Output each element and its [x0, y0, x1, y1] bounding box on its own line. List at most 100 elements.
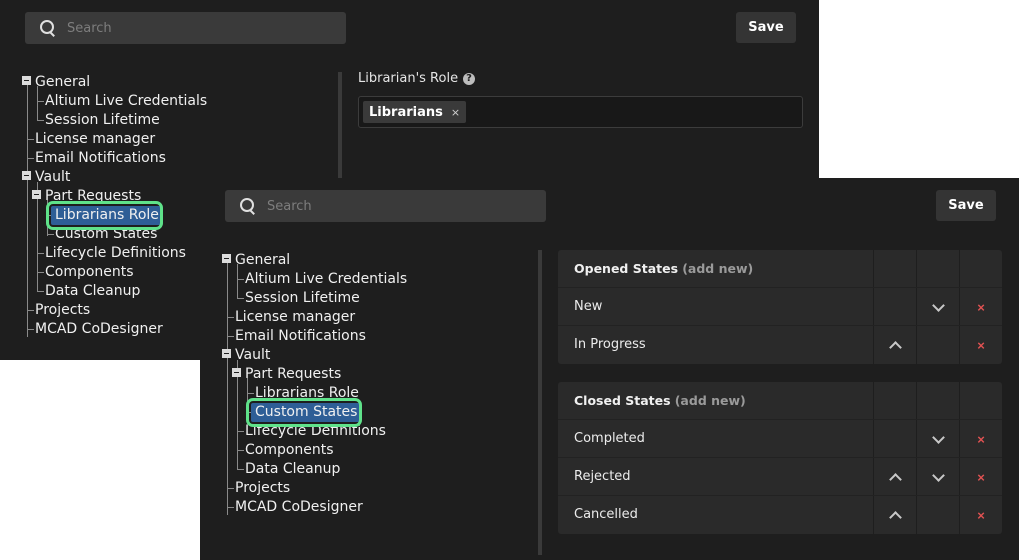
- librarians-role-field[interactable]: Librarians ×: [358, 96, 803, 128]
- chevron-down-icon: [931, 298, 945, 312]
- tree-item-projects[interactable]: Projects: [235, 479, 290, 498]
- closed-states-header: Closed States (add new): [558, 382, 1002, 420]
- tree-line: [237, 431, 244, 432]
- collapse-toggle-vault[interactable]: [22, 171, 31, 180]
- search-input[interactable]: [267, 198, 517, 214]
- collapse-toggle-part-requests[interactable]: [232, 368, 241, 377]
- tree-line: [27, 82, 28, 337]
- search-icon: [239, 197, 257, 215]
- tree-item-part-requests[interactable]: Part Requests: [245, 365, 341, 384]
- remove-state-button[interactable]: ×: [960, 420, 1002, 458]
- tree-item-lifecycle-definitions[interactable]: Lifecycle Definitions: [45, 244, 186, 263]
- move-up-button[interactable]: [874, 496, 916, 534]
- tree-item-data-cleanup[interactable]: Data Cleanup: [245, 460, 340, 479]
- chevron-up-icon: [888, 472, 902, 486]
- remove-state-button[interactable]: ×: [960, 326, 1002, 364]
- tree-item-altium-live-credentials[interactable]: Altium Live Credentials: [45, 92, 207, 111]
- state-name: Completed: [574, 431, 645, 446]
- move-up-button[interactable]: [874, 458, 916, 496]
- search-box[interactable]: [225, 190, 546, 222]
- add-new-closed-link[interactable]: (add new): [675, 393, 746, 408]
- close-icon: ×: [977, 299, 985, 315]
- role-chip: Librarians ×: [363, 101, 467, 123]
- chevron-up-icon: [888, 340, 902, 354]
- close-icon: ×: [977, 469, 985, 485]
- state-row-new: New ×: [558, 288, 1002, 326]
- tree-line: [227, 336, 234, 337]
- state-name: New: [574, 299, 603, 314]
- tree-item-mcad-codesigner[interactable]: MCAD CoDesigner: [235, 498, 363, 517]
- collapse-toggle-part-requests[interactable]: [32, 190, 41, 199]
- collapse-toggle-general[interactable]: [222, 254, 231, 263]
- opened-states-heading: Opened States (add new): [574, 261, 753, 277]
- tree-item-altium-live-credentials[interactable]: Altium Live Credentials: [245, 270, 407, 289]
- tree-line: [27, 310, 34, 311]
- panel-divider[interactable]: [538, 250, 542, 555]
- tree-line: [27, 139, 34, 140]
- save-button[interactable]: Save: [936, 190, 996, 221]
- collapse-toggle-vault[interactable]: [222, 349, 231, 358]
- close-icon: ×: [977, 431, 985, 447]
- state-row-in-progress: In Progress ×: [558, 326, 1002, 364]
- tree-line: [227, 488, 234, 489]
- tree-item-license-manager[interactable]: License manager: [235, 308, 355, 327]
- help-icon[interactable]: ?: [463, 72, 476, 85]
- tree-line: [47, 234, 54, 235]
- tree-line: [247, 393, 254, 394]
- tree-item-mcad-codesigner[interactable]: MCAD CoDesigner: [35, 320, 163, 339]
- tree-line: [237, 298, 244, 299]
- tree-item-vault[interactable]: Vault: [235, 346, 270, 365]
- tree-line: [37, 272, 44, 273]
- tree-item-components[interactable]: Components: [245, 441, 334, 460]
- tree-item-session-lifetime[interactable]: Session Lifetime: [45, 111, 160, 130]
- librarians-role-label: Librarian's Role ?: [358, 71, 476, 86]
- closed-states-table: Closed States (add new) Completed × Reje…: [558, 382, 1002, 534]
- tree-item-vault[interactable]: Vault: [35, 168, 70, 187]
- tree-line: [227, 260, 228, 515]
- highlight-ring: [46, 201, 163, 230]
- state-row-cancelled: Cancelled ×: [558, 496, 1002, 534]
- opened-states-table: Opened States (add new) New × In Progres…: [558, 250, 1002, 364]
- collapse-toggle-general[interactable]: [22, 76, 31, 85]
- state-name: In Progress: [574, 337, 646, 352]
- role-chip-label: Librarians: [369, 104, 443, 120]
- opened-states-header: Opened States (add new): [558, 250, 1002, 288]
- remove-state-button[interactable]: ×: [960, 496, 1002, 534]
- chevron-up-icon: [888, 510, 902, 524]
- tree-line: [37, 120, 44, 121]
- close-icon: ×: [977, 337, 985, 353]
- closed-states-title: Closed States: [574, 393, 671, 408]
- panel-divider[interactable]: [338, 72, 342, 182]
- tree-item-components[interactable]: Components: [45, 263, 134, 282]
- save-button[interactable]: Save: [736, 12, 796, 43]
- move-down-button[interactable]: [917, 420, 959, 458]
- remove-state-button[interactable]: ×: [960, 458, 1002, 496]
- tree-item-projects[interactable]: Projects: [35, 301, 90, 320]
- tree-line: [27, 158, 34, 159]
- chip-remove-icon[interactable]: ×: [451, 106, 460, 119]
- tree-item-session-lifetime[interactable]: Session Lifetime: [245, 289, 360, 308]
- tree-line: [237, 279, 244, 280]
- add-new-opened-link[interactable]: (add new): [682, 261, 753, 276]
- move-down-button[interactable]: [917, 288, 959, 326]
- chevron-down-icon: [931, 430, 945, 444]
- tree-line: [37, 291, 44, 292]
- move-up-button[interactable]: [874, 326, 916, 364]
- tree-item-general[interactable]: General: [235, 251, 290, 270]
- tree-item-data-cleanup[interactable]: Data Cleanup: [45, 282, 140, 301]
- opened-states-title: Opened States: [574, 261, 679, 276]
- tree-line: [37, 253, 44, 254]
- tree-line: [27, 329, 34, 330]
- close-icon: ×: [977, 507, 985, 523]
- move-down-button[interactable]: [917, 458, 959, 496]
- search-box[interactable]: [25, 12, 346, 44]
- tree-item-license-manager[interactable]: License manager: [35, 130, 155, 149]
- tree-item-email-notifications[interactable]: Email Notifications: [35, 149, 166, 168]
- tree-item-general[interactable]: General: [35, 73, 90, 92]
- librarians-role-label-text: Librarian's Role: [358, 71, 459, 86]
- search-input[interactable]: [67, 20, 317, 36]
- state-name: Rejected: [574, 469, 631, 484]
- remove-state-button[interactable]: ×: [960, 288, 1002, 326]
- highlight-ring: [246, 398, 362, 427]
- tree-item-email-notifications[interactable]: Email Notifications: [235, 327, 366, 346]
